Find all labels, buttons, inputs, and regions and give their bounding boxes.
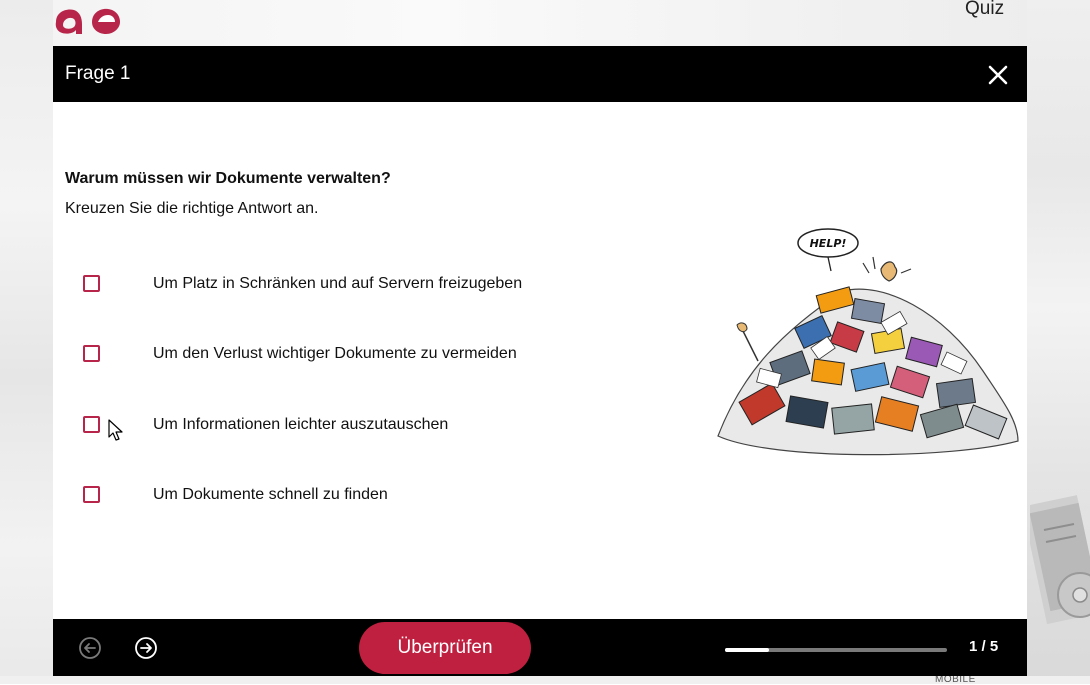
speech-bubble-text: HELP! bbox=[810, 237, 847, 250]
modal-header: Frage 1 bbox=[53, 46, 1027, 102]
answer-option-3[interactable]: Um Informationen leichter auszutauschen bbox=[83, 416, 643, 440]
arrow-right-circle-icon[interactable] bbox=[134, 636, 158, 660]
answer-label: Um Platz in Schränken und auf Servern fr… bbox=[153, 275, 523, 292]
checkbox[interactable] bbox=[83, 275, 100, 292]
arrow-left-circle-icon[interactable] bbox=[78, 636, 102, 660]
document-pile-illustration: HELP! bbox=[717, 228, 1019, 456]
quiz-modal: Frage 1 Warum müssen wir Dokumente verwa… bbox=[53, 46, 1027, 676]
checkbox[interactable] bbox=[83, 486, 100, 503]
background-left bbox=[0, 0, 53, 684]
brand-logo[interactable] bbox=[52, 0, 124, 36]
answer-option-1[interactable]: Um Platz in Schränken und auf Servern fr… bbox=[83, 275, 643, 299]
answer-label: Um Dokumente schnell zu finden bbox=[153, 486, 388, 503]
background-cd-graphic bbox=[1030, 495, 1090, 625]
mouse-cursor-icon bbox=[108, 419, 123, 441]
checkbox[interactable] bbox=[83, 345, 100, 362]
background-bottom bbox=[0, 676, 1090, 684]
answer-label: Um Informationen leichter auszutauschen bbox=[153, 416, 449, 433]
modal-footer: Überprüfen 1 / 5 bbox=[53, 619, 1027, 676]
progress-bar bbox=[725, 648, 947, 652]
question-instruction: Kreuzen Sie die richtige Antwort an. bbox=[65, 200, 319, 217]
close-icon[interactable] bbox=[985, 62, 1011, 88]
question-text: Warum müssen wir Dokumente verwalten? bbox=[65, 170, 391, 187]
progress-bar-fill bbox=[725, 648, 770, 652]
quiz-nav-link[interactable]: Quiz bbox=[965, 0, 1004, 20]
background-top bbox=[0, 0, 1090, 46]
checkbox[interactable] bbox=[83, 416, 100, 433]
answer-option-4[interactable]: Um Dokumente schnell zu finden bbox=[83, 486, 643, 510]
progress-counter: 1 / 5 bbox=[969, 638, 999, 655]
answer-option-2[interactable]: Um den Verlust wichtiger Dokumente zu ve… bbox=[83, 345, 643, 369]
check-answer-button[interactable]: Überprüfen bbox=[359, 622, 531, 674]
answer-label: Um den Verlust wichtiger Dokumente zu ve… bbox=[153, 345, 517, 362]
modal-title: Frage 1 bbox=[65, 63, 131, 84]
